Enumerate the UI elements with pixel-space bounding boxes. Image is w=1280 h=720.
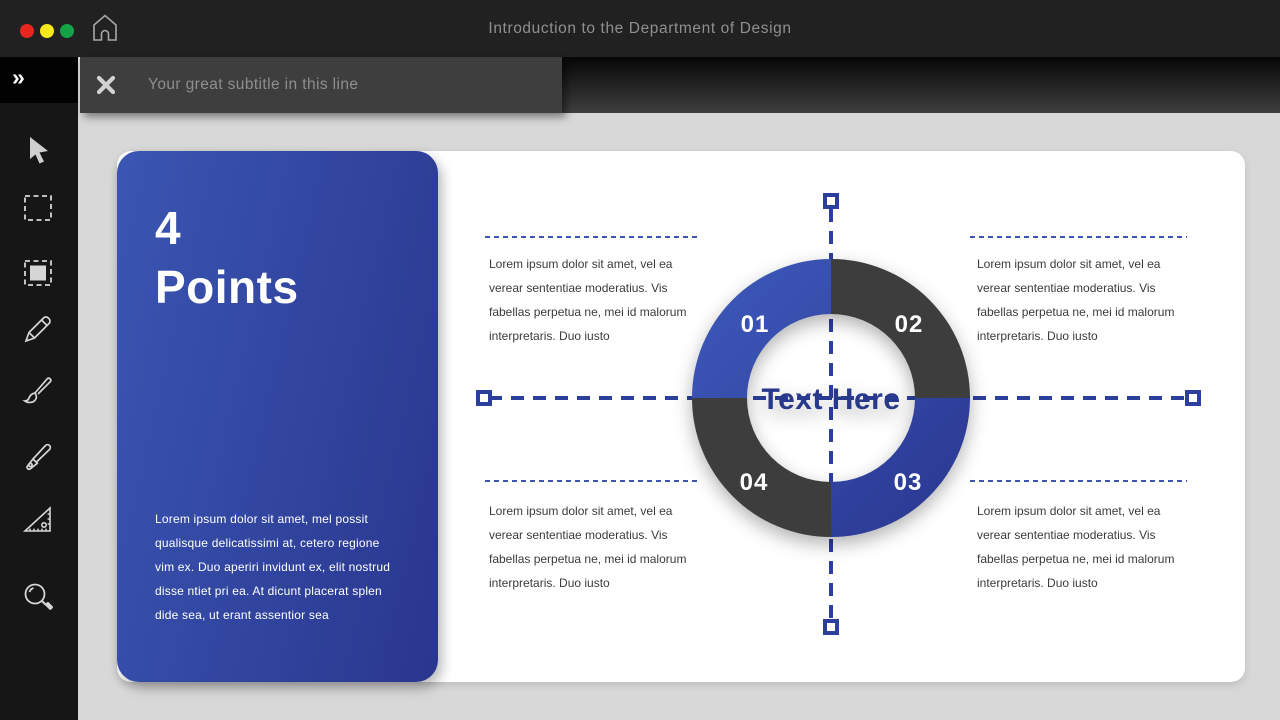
segment-03[interactable] xyxy=(831,398,970,537)
zoom-tool-button[interactable] xyxy=(19,579,57,617)
separator-top-left xyxy=(485,236,700,238)
subtitle-text[interactable]: Your great subtitle in this line xyxy=(148,57,358,113)
panel-title-line2: Points xyxy=(155,258,299,317)
panel-title-line1: 4 xyxy=(155,199,299,258)
guide-handle-bottom xyxy=(823,619,839,635)
donut-diagram[interactable]: 01 02 03 04 Text Here xyxy=(681,248,981,548)
segment-number-01: 01 xyxy=(741,311,770,338)
donut-center-label[interactable]: Text Here xyxy=(761,383,900,416)
segment-number-04: 04 xyxy=(740,469,769,496)
magnifier-icon xyxy=(20,580,56,616)
window-title: Introduction to the Department of Design xyxy=(0,0,1280,57)
text-block-bottom-right: Lorem ipsum dolor sit amet, vel ea verea… xyxy=(977,499,1193,595)
pen-tool-button[interactable] xyxy=(19,438,57,476)
editor-canvas: 4 Points Lorem ipsum dolor sit amet, mel… xyxy=(78,113,1280,720)
subtitle-bar: Your great subtitle in this line xyxy=(80,57,562,113)
double-chevron-icon: » xyxy=(12,64,23,90)
separator-bottom-left xyxy=(485,480,700,482)
segment-number-03: 03 xyxy=(894,469,923,496)
guide-handle-left xyxy=(476,390,492,406)
ruler-tool-button[interactable] xyxy=(19,501,57,539)
segment-04[interactable] xyxy=(692,398,831,537)
brush-icon xyxy=(20,372,56,408)
ruler-icon xyxy=(20,502,56,538)
pointer-icon xyxy=(20,132,56,168)
separator-top-right xyxy=(970,236,1187,238)
pen-icon xyxy=(20,439,56,475)
slide[interactable]: 4 Points Lorem ipsum dolor sit amet, mel… xyxy=(117,151,1245,682)
panel-body-text: Lorem ipsum dolor sit amet, mel possit q… xyxy=(155,507,397,627)
marquee-select-tool-button[interactable] xyxy=(19,189,57,227)
fill-select-icon xyxy=(20,255,56,291)
fill-select-tool-button[interactable] xyxy=(19,254,57,292)
title-panel[interactable]: 4 Points Lorem ipsum dolor sit amet, mel… xyxy=(117,151,438,682)
header-band xyxy=(562,57,1280,113)
separator-bottom-right xyxy=(970,480,1187,482)
marquee-select-icon xyxy=(20,190,56,226)
brush-tool-button[interactable] xyxy=(19,371,57,409)
guide-handle-right xyxy=(1185,390,1201,406)
pencil-icon xyxy=(20,311,56,347)
segment-number-02: 02 xyxy=(895,311,924,338)
text-block-top-left: Lorem ipsum dolor sit amet, vel ea verea… xyxy=(489,252,705,348)
tool-sidebar xyxy=(0,103,78,720)
text-block-top-right: Lorem ipsum dolor sit amet, vel ea verea… xyxy=(977,252,1193,348)
close-icon[interactable] xyxy=(96,75,116,95)
text-block-bottom-left: Lorem ipsum dolor sit amet, vel ea verea… xyxy=(489,499,705,595)
title-bar: Introduction to the Department of Design xyxy=(0,0,1280,57)
pencil-tool-button[interactable] xyxy=(19,310,57,348)
panel-title: 4 Points xyxy=(155,199,299,317)
guide-handle-top xyxy=(823,193,839,209)
pointer-tool-button[interactable] xyxy=(19,131,57,169)
sidebar-expand-button[interactable]: » xyxy=(0,57,78,103)
